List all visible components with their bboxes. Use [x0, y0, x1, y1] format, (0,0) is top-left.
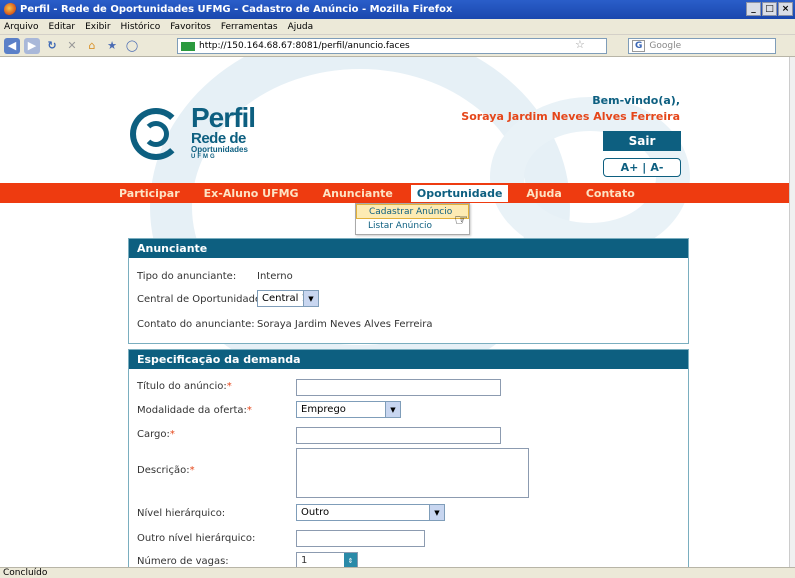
hand-cursor-icon: ☞ [454, 210, 469, 229]
welcome-block: Bem-vindo(a), Soraya Jardim Neves Alves … [461, 94, 680, 123]
user-name: Soraya Jardim Neves Alves Ferreira [461, 110, 680, 123]
required-marker: * [226, 381, 232, 392]
navigation-toolbar: ◀ ▶ ↻ ✕ ⌂ ★ ◯ http://150.164.68.67:8081/… [0, 35, 795, 57]
descricao-label-row: Descrição:* [137, 465, 195, 476]
modalidade-select[interactable]: Emprego ▼ [296, 401, 401, 418]
window-controls: _ □ × [746, 2, 793, 16]
logo-ufmg: UFMG [191, 154, 217, 160]
window-titlebar: Perfil - Rede de Oportunidades UFMG - Ca… [0, 0, 795, 19]
vagas-value: 1 [301, 555, 308, 566]
menu-exibir[interactable]: Exibir [85, 22, 110, 32]
menu-item-listar-anuncio[interactable]: Listar Anúncio [356, 219, 469, 234]
nav-ajuda[interactable]: Ajuda [526, 187, 561, 200]
central-label-row: Central de Oportunidade:* [137, 294, 269, 305]
window-title: Perfil - Rede de Oportunidades UFMG - Ca… [20, 4, 453, 15]
logo[interactable]: Perfil Rede de Oportunidades UFMG [130, 102, 280, 162]
refresh-page-icon[interactable]: ◯ [124, 38, 140, 54]
modalidade-select-value: Emprego [301, 404, 346, 415]
required-marker: * [246, 405, 252, 416]
nav-participar[interactable]: Participar [119, 187, 180, 200]
descricao-label: Descrição: [137, 465, 190, 476]
nav-oportunidade[interactable]: Oportunidade [410, 184, 509, 202]
nivel-select[interactable]: Outro ▼ [296, 504, 445, 521]
status-text: Concluído [3, 568, 48, 578]
oportunidade-dropdown: Cadastrar Anúncio Listar Anúncio [355, 203, 470, 235]
firefox-icon [4, 3, 17, 16]
cargo-label-row: Cargo:* [137, 429, 175, 440]
site-favicon-icon [181, 41, 195, 51]
menu-ajuda[interactable]: Ajuda [288, 22, 314, 32]
contato-value: Soraya Jardim Neves Alves Ferreira [257, 319, 433, 330]
outro-nivel-input[interactable] [296, 530, 425, 547]
chevron-down-icon[interactable]: ▼ [429, 505, 444, 520]
nivel-select-value: Outro [301, 507, 330, 518]
chevron-down-icon[interactable]: ▼ [303, 291, 318, 306]
menu-favoritos[interactable]: Favoritos [170, 22, 211, 32]
back-icon[interactable]: ◀ [4, 37, 20, 54]
forward-icon[interactable]: ▶ [24, 37, 40, 54]
minimize-button[interactable]: _ [746, 2, 761, 16]
central-select[interactable]: Central 12 ▼ [257, 290, 319, 307]
required-marker: * [189, 465, 195, 476]
menu-arquivo[interactable]: Arquivo [4, 22, 38, 32]
font-increase-button[interactable]: A+ [621, 161, 639, 174]
google-icon[interactable]: G [632, 40, 646, 52]
nivel-label: Nível hierárquico: [137, 508, 226, 519]
titulo-input[interactable] [296, 379, 501, 396]
menu-ferramentas[interactable]: Ferramentas [221, 22, 278, 32]
anunciante-panel: Anunciante Tipo do anunciante: Interno C… [128, 238, 689, 344]
titulo-label: Título do anúncio: [137, 381, 227, 392]
contato-label: Contato do anunciante: [137, 319, 255, 330]
cargo-label: Cargo: [137, 429, 170, 440]
welcome-text: Bem-vindo(a), [592, 94, 680, 107]
main-nav: Participar Ex-Aluno UFMG Anunciante Opor… [0, 183, 789, 203]
url-text: http://150.164.68.67:8081/perfil/anuncio… [199, 41, 410, 51]
nav-ex-aluno[interactable]: Ex-Aluno UFMG [204, 187, 299, 200]
panel-title-demanda: Especificação da demanda [129, 350, 688, 369]
chevron-down-icon[interactable]: ▼ [385, 402, 400, 417]
font-size-control: A+ | A- [603, 158, 681, 177]
required-marker: * [169, 429, 175, 440]
vagas-label: Número de vagas: [137, 556, 229, 567]
nav-contato[interactable]: Contato [586, 187, 635, 200]
font-separator: | [642, 161, 647, 174]
vagas-stepper[interactable]: 1 ⇕ [296, 552, 358, 567]
page-content: Perfil Rede de Oportunidades UFMG Bem-vi… [0, 57, 789, 567]
stepper-arrows-icon[interactable]: ⇕ [344, 553, 357, 567]
menu-historico[interactable]: Histórico [121, 22, 161, 32]
maximize-button[interactable]: □ [762, 2, 777, 16]
cargo-input[interactable] [296, 427, 501, 444]
search-bar[interactable]: G Google [628, 38, 776, 54]
logo-subtitle-2: Oportunidades [191, 145, 248, 154]
status-bar: Concluído [0, 567, 795, 578]
search-placeholder: Google [649, 41, 682, 51]
titulo-label-row: Título do anúncio:* [137, 381, 232, 392]
demanda-panel: Especificação da demanda Título do anúnc… [128, 349, 689, 567]
page-scrollbar[interactable] [789, 57, 795, 567]
url-bar[interactable]: http://150.164.68.67:8081/perfil/anuncio… [177, 38, 607, 54]
tipo-value: Interno [257, 271, 293, 282]
close-button[interactable]: × [778, 2, 793, 16]
home-icon[interactable]: ⌂ [84, 38, 100, 54]
menu-editar[interactable]: Editar [48, 22, 75, 32]
font-decrease-button[interactable]: A- [650, 161, 663, 174]
modalidade-label-row: Modalidade da oferta:* [137, 405, 252, 416]
tipo-label: Tipo do anunciante: [137, 271, 237, 282]
stop-icon[interactable]: ✕ [64, 38, 80, 54]
central-label: Central de Oportunidade: [137, 294, 265, 305]
modalidade-label: Modalidade da oferta: [137, 405, 247, 416]
outro-nivel-label: Outro nível hierárquico: [137, 533, 256, 544]
nav-anunciante[interactable]: Anunciante [323, 187, 393, 200]
menu-item-cadastrar-anuncio[interactable]: Cadastrar Anúncio [356, 204, 469, 219]
reload-icon[interactable]: ↻ [44, 38, 60, 54]
panel-title-anunciante: Anunciante [129, 239, 688, 258]
bookmark-add-icon[interactable]: ★ [104, 38, 120, 54]
star-icon[interactable]: ☆ [575, 38, 585, 51]
descricao-textarea[interactable] [296, 448, 529, 498]
menubar: Arquivo Editar Exibir Histórico Favorito… [0, 19, 795, 35]
logo-inner-ring-icon [143, 121, 169, 147]
logout-button[interactable]: Sair [603, 131, 681, 151]
